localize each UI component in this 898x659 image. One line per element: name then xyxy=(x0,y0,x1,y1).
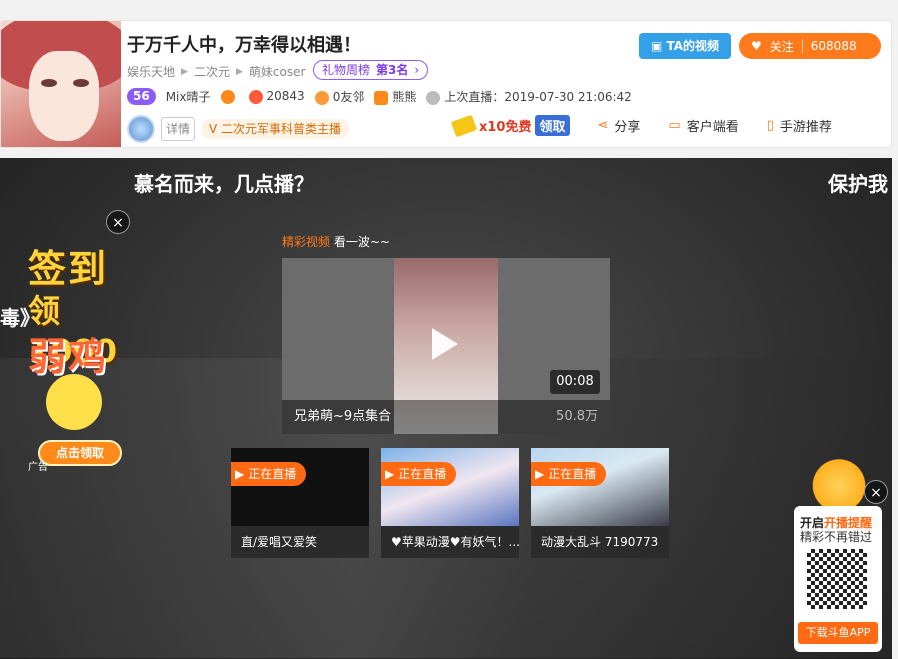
share-button[interactable]: ⋖ 分享 xyxy=(598,116,641,135)
claim-button[interactable]: 点击领取 xyxy=(38,440,122,466)
live-card-caption: 直/爱唱又爱笑 xyxy=(231,526,369,558)
follow-label: 关注 xyxy=(769,39,794,54)
rank-label: 礼物周榜 xyxy=(322,63,371,77)
streamer-tag: V 二次元军事科普类主播 xyxy=(201,119,350,139)
ta-video-button[interactable]: ▣ TA的视频 xyxy=(639,33,731,59)
live-thumbnail: ▶ 正在直播 xyxy=(531,448,669,526)
friends-value: 0友邻 xyxy=(332,90,365,104)
client-watch-button[interactable]: ▭ 客户端看 xyxy=(668,116,738,135)
download-app-button[interactable]: 下载斗鱼APP xyxy=(798,622,878,644)
close-icon[interactable]: × xyxy=(106,210,130,234)
room-title: 于万千人中，万幸得以相遇！ xyxy=(127,35,361,56)
live-thumbnail: ▶ 正在直播 xyxy=(231,448,369,526)
room-header: 于万千人中，万幸得以相遇！ 娱乐天地 ▶ 二次元 ▶ 萌妹coser 礼物周榜 … xyxy=(0,20,892,148)
chevron-right-icon: ▶ xyxy=(235,66,243,77)
gift-rank-badge[interactable]: 礼物周榜 第3名 › xyxy=(313,60,429,80)
room-actions: x10免费 领取 ⋖ 分享 ▭ 客户端看 ▯ 手游推荐 xyxy=(450,114,832,137)
app-download-ad[interactable]: 开启开播提醒 精彩不再错过 下载斗鱼APP xyxy=(794,506,882,652)
free-gift-button[interactable]: x10免费 领取 xyxy=(450,114,570,137)
guild-value: 熊熊 xyxy=(392,90,417,104)
breadcrumb-item-coser[interactable]: 萌妹coser xyxy=(249,63,306,80)
follow-button[interactable]: ♥ 关注 608088 xyxy=(739,33,881,59)
ad-line-1: 签到 xyxy=(28,247,109,291)
video-duration: 00:08 xyxy=(550,370,600,394)
camera-icon: ▶ xyxy=(385,467,395,481)
rank-value: 第3名 xyxy=(376,63,409,77)
last-live-stat: 上次直播：2019-07-30 21:06:42 xyxy=(426,88,632,105)
heart-icon: ♥ xyxy=(751,39,762,53)
ticket-icon xyxy=(450,114,478,137)
share-icon: ⋖ xyxy=(597,118,609,133)
live-card[interactable]: ▶ 正在直播 动漫大乱斗 7190773 xyxy=(531,448,669,558)
featured-label: 精彩视频 看一波~~ xyxy=(282,233,390,250)
chevron-right-icon: › xyxy=(414,63,420,77)
live-card[interactable]: ▶ 正在直播 ♥苹果动漫♥有妖气！... xyxy=(381,448,519,558)
divider xyxy=(801,39,803,53)
live-thumbnail: ▶ 正在直播 xyxy=(381,448,519,526)
mascot-icon xyxy=(812,452,866,508)
flame-icon xyxy=(248,89,263,104)
video-title: 兄弟萌~9点集合 xyxy=(294,409,392,424)
shield-icon xyxy=(374,90,389,105)
share-label: 分享 xyxy=(614,120,641,135)
breadcrumb: 娱乐天地 ▶ 二次元 ▶ 萌妹coser xyxy=(127,63,305,80)
chevron-right-icon: ▶ xyxy=(181,66,188,77)
free-gift-claim: 领取 xyxy=(535,115,570,136)
ad-line-3: 弱鸡 xyxy=(28,335,109,379)
featured-video[interactable]: 00:08 兄弟萌~9点集合 50.8万 xyxy=(282,258,610,434)
client-label: 客户端看 xyxy=(686,120,739,135)
film-icon: ▣ xyxy=(650,39,667,53)
streamer-info-row: 56 Mix晴子 20843 0友邻 熊熊 上次直播：2019-07-30 21… xyxy=(127,88,632,105)
users-icon xyxy=(314,90,329,105)
featured-label-highlight: 精彩视频 xyxy=(282,235,331,249)
live-badge: ▶ 正在直播 xyxy=(531,462,607,486)
ad-label: 广告 xyxy=(28,462,48,473)
camera-icon: ▶ xyxy=(235,467,245,481)
clock-icon xyxy=(426,90,441,105)
live-badge-text: 正在直播 xyxy=(548,467,597,481)
chick-icon xyxy=(46,374,102,430)
live-card[interactable]: ▶ 正在直播 直/爱唱又爱笑 xyxy=(231,448,369,558)
nickname[interactable]: Mix晴子 xyxy=(166,88,211,105)
follower-count: 608088 xyxy=(810,39,857,53)
live-badge: ▶ 正在直播 xyxy=(381,462,457,486)
headline-right: 保护我 xyxy=(828,172,888,196)
friends-stat[interactable]: 0友邻 xyxy=(314,88,365,105)
camera-icon: ▶ xyxy=(535,467,545,481)
streamer-tag-text: 二次元军事科普类主播 xyxy=(221,122,342,136)
live-badge-text: 正在直播 xyxy=(248,467,297,481)
live-badge-text: 正在直播 xyxy=(398,467,447,481)
breadcrumb-item-acg[interactable]: 二次元 xyxy=(194,63,230,80)
featured-label-text: 看一波~~ xyxy=(333,235,390,249)
phone-icon: ▯ xyxy=(766,118,774,133)
headline-left: 慕名而来，几点播？ xyxy=(134,172,314,196)
level-badge: 56 xyxy=(127,88,156,105)
hot-value: 20843 xyxy=(266,89,305,104)
live-card-caption: 动漫大乱斗 7190773 xyxy=(531,526,669,558)
guild-stat[interactable]: 熊熊 xyxy=(374,88,416,105)
fan-badge-icon[interactable] xyxy=(127,115,155,143)
video-caption: 兄弟萌~9点集合 50.8万 xyxy=(282,400,610,434)
play-icon[interactable] xyxy=(432,328,458,360)
live-card-caption: ♥苹果动漫♥有妖气！... xyxy=(381,526,519,558)
mobile-label: 手游推荐 xyxy=(779,120,832,135)
monitor-icon: ▭ xyxy=(668,118,681,133)
free-gift-count: x10免费 xyxy=(479,120,532,135)
breadcrumb-item-entertainment[interactable]: 娱乐天地 xyxy=(127,63,175,80)
chat-icon[interactable] xyxy=(220,89,235,104)
mobile-game-button[interactable]: ▯ 手游推荐 xyxy=(767,116,832,135)
video-views: 50.8万 xyxy=(556,409,598,424)
checkin-ad[interactable]: × 签到 领1000 弱鸡 点击领取 广告 xyxy=(22,210,134,474)
ta-video-label: TA的视频 xyxy=(666,39,720,53)
streamer-avatar[interactable] xyxy=(1,21,121,147)
detail-button[interactable]: 详情 xyxy=(161,117,196,141)
streamer-tags-row: 详情 V 二次元军事科普类主播 xyxy=(127,115,350,143)
qr-code-icon xyxy=(804,546,870,612)
ad-right-line-2: 精彩不再错过 xyxy=(800,530,873,544)
last-live-value: 上次直播：2019-07-30 21:06:42 xyxy=(444,90,632,104)
close-icon[interactable]: × xyxy=(864,480,888,504)
live-badge: ▶ 正在直播 xyxy=(231,462,307,486)
hot-stat: 20843 xyxy=(248,89,305,104)
